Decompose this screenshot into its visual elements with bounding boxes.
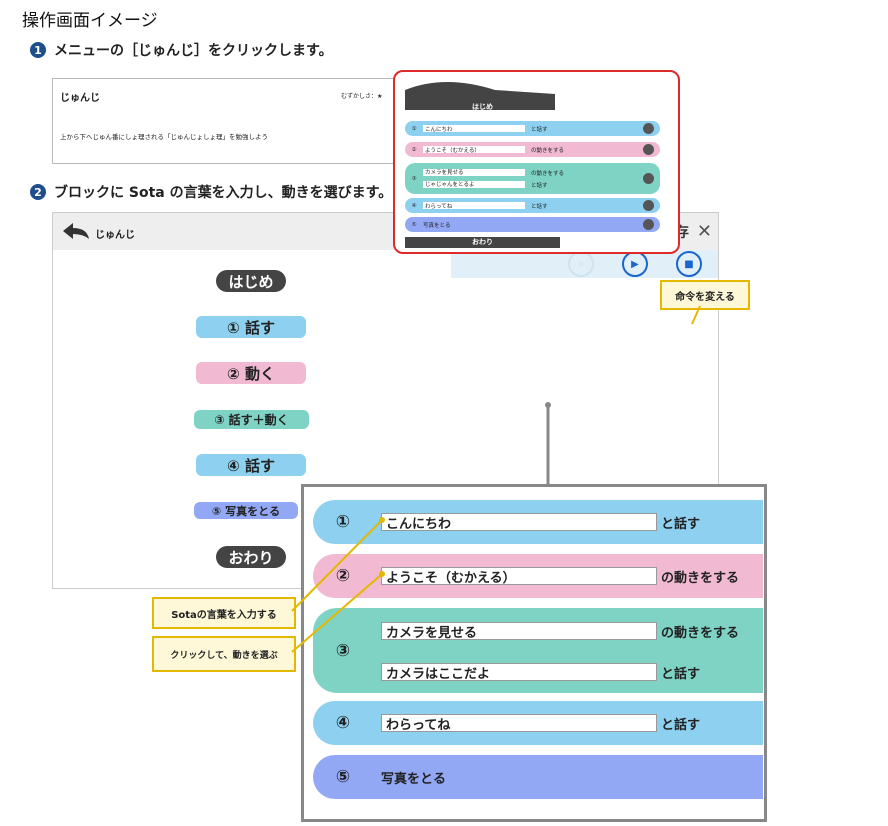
speech-input[interactable]: わらってね bbox=[381, 714, 657, 733]
row-suffix-2: と話す bbox=[661, 667, 701, 682]
row-number: ⑤ bbox=[335, 767, 351, 787]
program-row-5[interactable]: ⑤ 写真をとる bbox=[405, 217, 660, 232]
step-number: 2 bbox=[30, 184, 46, 200]
row-suffix-2: と話す bbox=[531, 182, 548, 189]
callout-input-words: Sotaの言葉を入力する bbox=[152, 597, 296, 629]
run-controls-bar: ∞ ▶ ■ bbox=[451, 250, 718, 278]
step-1: 1 メニューの［じゅんじ］をクリックします。 bbox=[30, 40, 333, 60]
row-suffix: と話す bbox=[531, 126, 548, 133]
program-end-block: おわり bbox=[405, 237, 560, 248]
edit-icon[interactable] bbox=[643, 144, 654, 155]
step-2: 2 ブロックに Sota の言葉を入力し、動きを選びます。 bbox=[30, 182, 392, 202]
program-row-3[interactable]: ③ カメラを見せる の動きをする じゃじゃんをとるよ と話す bbox=[405, 163, 660, 194]
zoom-row-1[interactable]: ① こんにちわ と話す bbox=[313, 500, 763, 544]
motion-select[interactable]: カメラを見せる bbox=[381, 622, 657, 641]
program-row-2[interactable]: ② ようこそ（むかえる） の動きをする bbox=[405, 142, 660, 157]
row-input[interactable]: カメラを見せる bbox=[423, 168, 525, 176]
row-suffix: の動きをする bbox=[661, 571, 740, 586]
speak-block[interactable]: ① 話す bbox=[196, 316, 306, 338]
end-block[interactable]: おわり bbox=[216, 546, 286, 568]
program-row-1[interactable]: ① こんにちわ と話す bbox=[405, 121, 660, 136]
edit-icon[interactable] bbox=[643, 123, 654, 134]
row-label: 写真をとる bbox=[381, 772, 447, 787]
step-text: メニューの［じゅんじ］をクリックします。 bbox=[54, 43, 333, 59]
app-title: じゅんじ bbox=[95, 230, 135, 241]
speech-input[interactable]: カメラはここだよ bbox=[381, 663, 657, 682]
menu-card-junji[interactable]: じゅんじ むずかしさ：★ 上から下へじゅん番にしょ理される「じゅんじょしょ理」を… bbox=[52, 78, 425, 164]
row-suffix: と話す bbox=[531, 203, 548, 210]
row-suffix: と話す bbox=[661, 517, 701, 532]
program-row-4[interactable]: ④ わらってね と話す bbox=[405, 198, 660, 213]
link-icon[interactable]: ∞ bbox=[568, 251, 594, 277]
photo-block[interactable]: ⑤ 写真をとる bbox=[194, 502, 298, 519]
speak-block-2[interactable]: ④ 話す bbox=[196, 454, 306, 476]
row-number: ④ bbox=[411, 202, 417, 209]
callout-change-command: 命令を変える bbox=[660, 280, 750, 310]
edit-icon[interactable] bbox=[643, 200, 654, 211]
edit-icon[interactable] bbox=[643, 173, 654, 184]
move-block[interactable]: ② 動く bbox=[196, 362, 306, 384]
difficulty-label: むずかしさ：★ bbox=[341, 93, 383, 100]
row-suffix: と話す bbox=[661, 718, 701, 733]
row-number: ② bbox=[335, 566, 351, 586]
play-icon[interactable]: ▶ bbox=[622, 251, 648, 277]
row-input-2[interactable]: じゃじゃんをとるよ bbox=[423, 180, 525, 188]
row-number: ③ bbox=[411, 175, 417, 182]
zoom-row-2[interactable]: ② ようこそ（むかえる） の動きをする bbox=[313, 554, 763, 598]
page-title: 操作画面イメージ bbox=[22, 11, 158, 31]
row-number: ① bbox=[411, 125, 417, 132]
edit-icon[interactable] bbox=[643, 219, 654, 230]
row-number: ④ bbox=[335, 713, 351, 733]
program-canvas: はじめ ① こんにちわ と話す ② ようこそ（むかえる） の動きをする ③ カメ… bbox=[393, 70, 680, 254]
stop-icon[interactable]: ■ bbox=[676, 251, 702, 277]
menu-card-description: 上から下へじゅん番にしょ理される「じゅんじょしょ理」を勉強しよう bbox=[60, 133, 268, 141]
row-number: ② bbox=[411, 146, 417, 153]
zoom-row-5[interactable]: ⑤ 写真をとる bbox=[313, 755, 763, 799]
step-number: 1 bbox=[30, 42, 46, 58]
back-arrow-icon[interactable] bbox=[61, 221, 91, 241]
speech-input[interactable]: こんにちわ bbox=[381, 513, 657, 532]
program-start-label: はじめ bbox=[472, 103, 493, 111]
row-number: ③ bbox=[335, 640, 351, 661]
speak-move-block[interactable]: ③ 話す＋動く bbox=[194, 410, 309, 429]
row-suffix: の動きをする bbox=[661, 626, 740, 641]
row-input[interactable]: わらってね bbox=[423, 202, 525, 210]
row-suffix: の動きをする bbox=[531, 147, 565, 154]
zoom-row-3[interactable]: ③ カメラを見せる の動きをする カメラはここだよ と話す bbox=[313, 608, 763, 693]
step-text: ブロックに Sota の言葉を入力し、動きを選びます。 bbox=[54, 185, 393, 201]
row-suffix: の動きをする bbox=[531, 170, 565, 177]
motion-select[interactable]: ようこそ（むかえる） bbox=[381, 567, 657, 586]
row-input[interactable]: ようこそ（むかえる） bbox=[423, 146, 525, 154]
start-block[interactable]: はじめ bbox=[216, 270, 286, 292]
row-number: ⑤ bbox=[411, 221, 417, 228]
callout-choose-motion: クリックして、動きを選ぶ bbox=[152, 636, 296, 672]
row-input[interactable]: こんにちわ bbox=[423, 125, 525, 133]
zoom-row-4[interactable]: ④ わらってね と話す bbox=[313, 701, 763, 745]
zoomed-program-view: ① こんにちわ と話す ② ようこそ（むかえる） の動きをする ③ カメラを見せ… bbox=[301, 484, 767, 822]
close-button[interactable]: ✕ bbox=[697, 221, 712, 242]
row-label: 写真をとる bbox=[423, 222, 451, 229]
row-number: ① bbox=[335, 512, 351, 532]
menu-card-title: じゅんじ bbox=[60, 93, 100, 104]
